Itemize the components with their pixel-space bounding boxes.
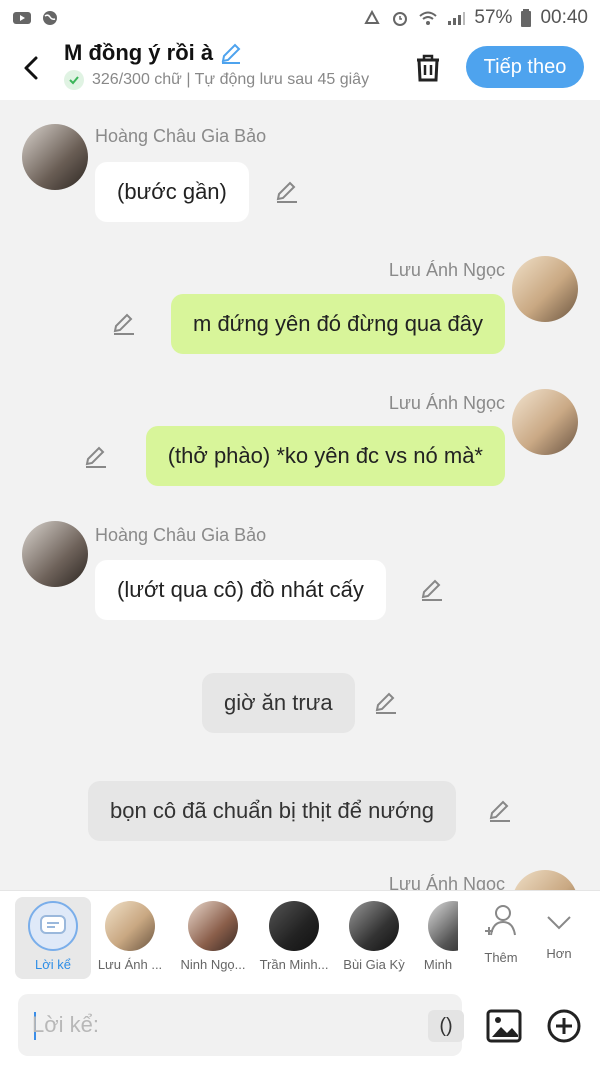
more-label: Hơn <box>546 946 572 961</box>
sender-name: Lưu Ánh Ngọc <box>388 874 505 890</box>
edit-pencil-icon[interactable] <box>487 797 513 823</box>
avatar-luu-anh-ngoc[interactable] <box>512 389 578 455</box>
compose-field[interactable]: () <box>18 994 464 1056</box>
compose-bar: () <box>0 986 600 1067</box>
status-bar: 57% 00:40 <box>0 0 600 36</box>
character-name: Ninh Ngọ... <box>180 957 246 972</box>
globe-icon <box>43 11 57 25</box>
narration-bubble[interactable]: giờ ăn trưa <box>202 673 355 733</box>
story-title[interactable]: M đồng ý rồi à <box>64 40 394 66</box>
clock: 00:40 <box>540 7 588 28</box>
character-name: Minh <box>423 957 453 972</box>
avatar-luu-anh-ngoc[interactable] <box>512 870 578 890</box>
avatar <box>349 901 399 951</box>
wifi-icon <box>419 11 438 25</box>
title-block: M đồng ý rồi à 326/300 chữ | Tự động lưu… <box>64 40 394 90</box>
edit-pencil-icon[interactable] <box>274 178 300 204</box>
trash-icon[interactable] <box>410 50 446 86</box>
image-icon[interactable] <box>486 1008 522 1044</box>
character-item[interactable]: Lưu Ánh ... <box>92 897 168 979</box>
edit-pencil-icon[interactable] <box>373 689 399 715</box>
alarm-icon <box>393 12 408 26</box>
character-item[interactable]: Ninh Ngọ... <box>175 897 251 979</box>
avatar <box>269 901 319 951</box>
narration-icon <box>28 901 78 951</box>
chevron-down-icon <box>547 916 571 930</box>
message-bubble[interactable]: (lướt qua cô) đồ nhát cấy <box>95 560 386 620</box>
character-item[interactable]: Bùi Gia Kỳ <box>336 897 412 979</box>
parentheses-button[interactable]: () <box>428 1010 464 1042</box>
editor-header: M đồng ý rồi à 326/300 chữ | Tự động lưu… <box>0 36 600 100</box>
sender-name: Hoàng Châu Gia Bảo <box>95 525 267 545</box>
avatar <box>428 901 458 951</box>
youtube-icon <box>13 12 31 24</box>
sender-name: Lưu Ánh Ngọc <box>388 393 505 413</box>
message-bubble[interactable]: (bước gần) <box>95 162 249 222</box>
battery-percent: 57% <box>474 7 513 28</box>
story-title-text: M đồng ý rồi à <box>64 40 214 65</box>
next-button[interactable]: Tiếp theo <box>466 46 584 88</box>
avatar-hoang-chau-gia-bao[interactable] <box>22 521 88 587</box>
signal-icon <box>448 12 466 25</box>
message-bubble[interactable]: m đứng yên đó đừng qua đây <box>171 294 505 354</box>
character-item[interactable]: Trần Minh... <box>256 897 332 979</box>
recycle-icon <box>364 10 381 24</box>
character-narration[interactable]: Lời kể <box>15 897 91 979</box>
avatar-luu-anh-ngoc[interactable] <box>512 256 578 322</box>
pencil-icon[interactable] <box>219 41 243 65</box>
battery-icon <box>521 9 532 27</box>
message-bubble[interactable]: (thở phào) *ko yên đc vs nó mà* <box>145 426 505 486</box>
add-person-icon <box>485 905 516 936</box>
edit-pencil-icon[interactable] <box>419 576 445 602</box>
sender-name: Hoàng Châu Gia Bảo <box>95 126 267 146</box>
avatar-hoang-chau-gia-bao[interactable] <box>22 124 88 190</box>
character-name: Lời kể <box>35 957 71 972</box>
edit-pencil-icon[interactable] <box>111 310 137 336</box>
character-name: Lưu Ánh ... <box>97 957 163 972</box>
plus-circle-icon[interactable] <box>546 1008 582 1044</box>
avatar <box>188 901 238 951</box>
check-icon <box>64 70 84 90</box>
character-item[interactable]: Minh <box>418 897 458 979</box>
chat-area: Hoàng Châu Gia Bảo (bước gần) Lưu Ánh Ng… <box>0 100 600 890</box>
sender-name: Lưu Ánh Ngọc <box>388 260 505 280</box>
more-button[interactable]: Hơn <box>524 897 594 979</box>
avatar <box>105 901 155 951</box>
back-arrow-icon[interactable] <box>16 52 48 84</box>
save-status: 326/300 chữ | Tự động lưu sau 45 giây <box>64 70 394 90</box>
save-status-text: 326/300 chữ | Tự động lưu sau 45 giây <box>92 71 370 88</box>
narration-bubble[interactable]: bọn cô đã chuẩn bị thịt để nướng <box>88 781 456 841</box>
character-name: Bùi Gia Kỳ <box>343 957 405 972</box>
character-selector: Lời kể Lưu Ánh ... Ninh Ngọ... Trần Minh… <box>0 890 600 986</box>
compose-input[interactable] <box>32 1006 392 1044</box>
edit-pencil-icon[interactable] <box>83 443 109 469</box>
character-name: Trần Minh... <box>259 957 329 972</box>
